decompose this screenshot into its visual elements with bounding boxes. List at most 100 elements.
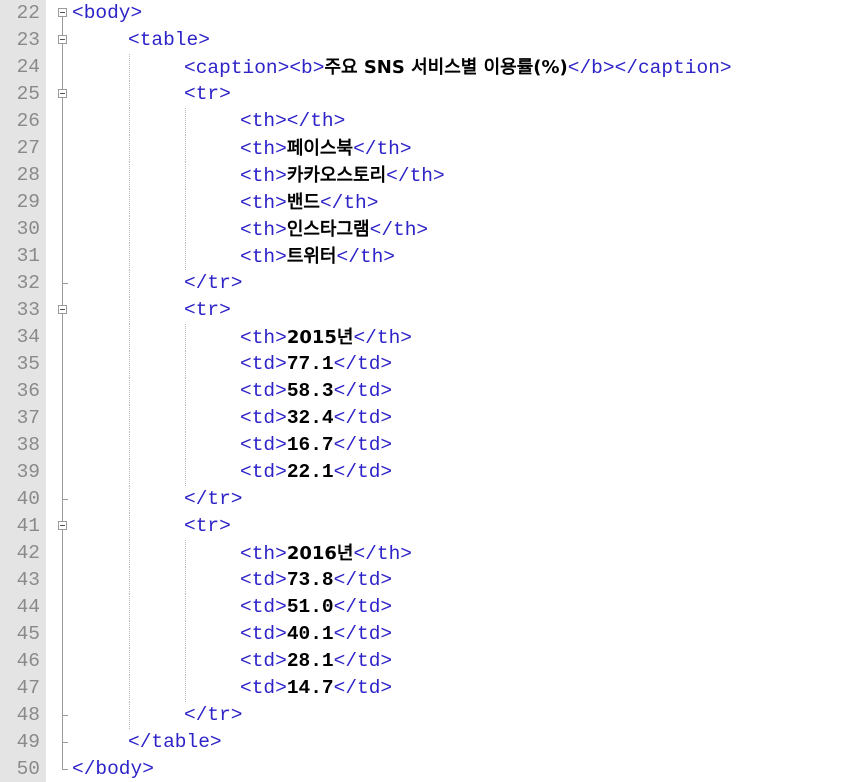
cell-value: 77.1 bbox=[286, 353, 334, 375]
indent-guide bbox=[185, 324, 186, 351]
fold-collapse-icon[interactable] bbox=[58, 0, 70, 27]
fold-line-marker bbox=[58, 648, 70, 675]
code-line[interactable]: 38 <td>16.7</td> bbox=[0, 432, 842, 459]
code-line[interactable]: 44 <td>51.0</td> bbox=[0, 594, 842, 621]
code-line[interactable]: 29 <th>밴드</th> bbox=[0, 189, 842, 216]
code-line[interactable]: 49 </table> bbox=[0, 729, 842, 756]
line-number: 42 bbox=[16, 542, 40, 564]
html-closing-tag: </td> bbox=[333, 677, 393, 699]
fold-line-marker bbox=[58, 675, 70, 702]
html-tag: <td> bbox=[240, 461, 287, 483]
html-tag: </body> bbox=[72, 758, 154, 780]
fold-end-marker-icon bbox=[58, 756, 70, 782]
code-line[interactable]: 28 <th>카카오스토리</th> bbox=[0, 162, 842, 189]
code-text: <th>2015년</th> bbox=[240, 324, 412, 352]
code-editor[interactable]: 22 <body> 23 <table> 24 <caption><b>주요 SNS 서비… bbox=[0, 0, 842, 782]
fold-end-marker-icon bbox=[58, 702, 70, 729]
line-number: 34 bbox=[16, 326, 40, 348]
cell-value: 28.1 bbox=[286, 650, 334, 672]
tag-content: 2016년 bbox=[286, 543, 354, 564]
indent-guide bbox=[185, 108, 186, 135]
code-text: <td>16.7</td> bbox=[240, 432, 392, 459]
html-tag: </table> bbox=[128, 731, 222, 753]
fold-collapse-icon[interactable] bbox=[58, 27, 70, 54]
indent-guide bbox=[185, 189, 186, 216]
code-line[interactable]: 47 <td>14.7</td> bbox=[0, 675, 842, 702]
code-text: <tr> bbox=[184, 297, 231, 324]
code-line[interactable]: 45 <td>40.1</td> bbox=[0, 621, 842, 648]
fold-collapse-icon[interactable] bbox=[58, 81, 70, 108]
code-line[interactable]: 39 <td>22.1</td> bbox=[0, 459, 842, 486]
html-tag: <table> bbox=[128, 29, 210, 51]
indent-guide bbox=[129, 351, 130, 378]
code-text: <th>2016년</th> bbox=[240, 540, 412, 568]
code-line[interactable]: 46 <td>28.1</td> bbox=[0, 648, 842, 675]
html-tag: <td> bbox=[240, 434, 287, 456]
code-line[interactable]: 26 <th></th> bbox=[0, 108, 842, 135]
code-line[interactable]: 50 </body> bbox=[0, 756, 842, 782]
code-line[interactable]: 37 <td>32.4</td> bbox=[0, 405, 842, 432]
code-line[interactable]: 34 <th>2015년</th> bbox=[0, 324, 842, 351]
code-text: <td>32.4</td> bbox=[240, 405, 392, 432]
fold-line-marker bbox=[58, 135, 70, 162]
indent-guide bbox=[129, 297, 130, 324]
line-number: 25 bbox=[16, 83, 40, 105]
code-line[interactable]: 22 <body> bbox=[0, 0, 842, 27]
html-tag: <th></th> bbox=[240, 110, 346, 132]
fold-line-marker bbox=[58, 243, 70, 270]
fold-line-marker bbox=[58, 54, 70, 81]
html-tag: <tr> bbox=[184, 299, 231, 321]
code-line[interactable]: 33 <tr> bbox=[0, 297, 842, 324]
code-line[interactable]: 36 <td>58.3</td> bbox=[0, 378, 842, 405]
code-line[interactable]: 43 <td>73.8</td> bbox=[0, 567, 842, 594]
code-line[interactable]: 24 <caption><b>주요 SNS 서비스별 이용률(%)</b></ca… bbox=[0, 54, 842, 81]
indent-guide bbox=[129, 324, 130, 351]
html-closing-tag: </td> bbox=[333, 461, 393, 483]
line-number: 37 bbox=[16, 407, 40, 429]
indent-guide bbox=[129, 378, 130, 405]
html-tag: <body> bbox=[72, 2, 143, 24]
fold-collapse-icon[interactable] bbox=[58, 513, 70, 540]
code-text: <th>페이스북</th> bbox=[240, 135, 412, 163]
html-closing-tag: </td> bbox=[333, 353, 393, 375]
code-text: </tr> bbox=[184, 270, 243, 297]
code-line[interactable]: 31 <th>트위터</th> bbox=[0, 243, 842, 270]
fold-line-marker bbox=[58, 162, 70, 189]
html-tag: </tr> bbox=[184, 488, 243, 510]
indent-guide bbox=[129, 270, 130, 297]
indent-guide bbox=[185, 594, 186, 621]
code-line[interactable]: 30 <th>인스타그램</th> bbox=[0, 216, 842, 243]
code-line[interactable]: 41 <tr> bbox=[0, 513, 842, 540]
line-number: 27 bbox=[16, 137, 40, 159]
code-line[interactable]: 32 </tr> bbox=[0, 270, 842, 297]
indent-guide bbox=[129, 675, 130, 702]
code-line[interactable]: 25 <tr> bbox=[0, 81, 842, 108]
code-line[interactable]: 40 </tr> bbox=[0, 486, 842, 513]
code-line[interactable]: 35 <td>77.1</td> bbox=[0, 351, 842, 378]
html-closing-tag: </td> bbox=[333, 623, 393, 645]
fold-collapse-icon[interactable] bbox=[58, 297, 70, 324]
indent-guide bbox=[129, 594, 130, 621]
tag-content: 페이스북 bbox=[286, 138, 354, 159]
indent-guide bbox=[129, 486, 130, 513]
fold-line-marker bbox=[58, 216, 70, 243]
html-tag: <caption><b> bbox=[184, 57, 325, 79]
cell-value: 16.7 bbox=[286, 434, 334, 456]
code-text: <th></th> bbox=[240, 108, 345, 135]
code-text: <td>14.7</td> bbox=[240, 675, 392, 702]
line-number: 28 bbox=[16, 164, 40, 186]
fold-line-marker bbox=[58, 540, 70, 567]
html-closing-tag: </td> bbox=[333, 650, 393, 672]
line-number: 24 bbox=[16, 56, 40, 78]
code-line[interactable]: 23 <table> bbox=[0, 27, 842, 54]
line-number: 40 bbox=[16, 488, 40, 510]
html-tag: <td> bbox=[240, 677, 287, 699]
indent-guide bbox=[185, 243, 186, 270]
tag-content: 인스타그램 bbox=[286, 219, 370, 240]
code-line[interactable]: 42 <th>2016년</th> bbox=[0, 540, 842, 567]
line-number: 33 bbox=[16, 299, 40, 321]
code-line[interactable]: 48 </tr> bbox=[0, 702, 842, 729]
code-line[interactable]: 27 <th>페이스북</th> bbox=[0, 135, 842, 162]
indent-guide bbox=[185, 135, 186, 162]
html-tag: <td> bbox=[240, 569, 287, 591]
